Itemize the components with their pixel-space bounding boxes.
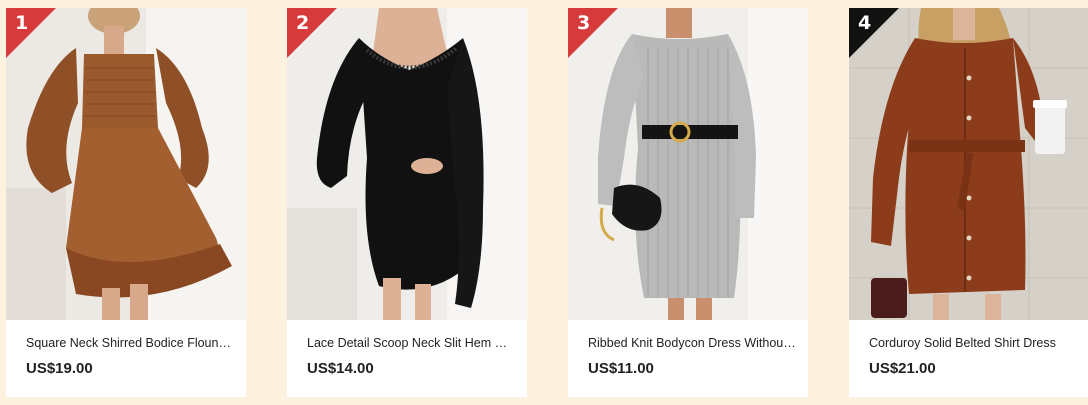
product-title[interactable]: Ribbed Knit Bodycon Dress Without Belt (588, 335, 796, 351)
product-card[interactable]: 3 Ribbed Knit Bodycon Dress Without Belt… (568, 8, 808, 397)
product-price: US$14.00 (307, 360, 374, 377)
product-price: US$21.00 (869, 360, 936, 377)
product-title[interactable]: Corduroy Solid Belted Shirt Dress (869, 335, 1077, 351)
product-card[interactable]: 1 Square Neck Shirred Bodice Flounce Sle… (6, 8, 246, 397)
product-title[interactable]: Square Neck Shirred Bodice Flounce Sleev… (26, 335, 234, 351)
product-title[interactable]: Lace Detail Scoop Neck Slit Hem Bodycon … (307, 335, 515, 351)
product-price: US$19.00 (26, 360, 93, 377)
product-price: US$11.00 (588, 360, 654, 377)
product-carousel: 1 Square Neck Shirred Bodice Flounce Sle… (0, 0, 1088, 405)
product-image[interactable]: 3 (568, 8, 808, 320)
rank-number: 4 (858, 12, 872, 34)
product-image[interactable]: 4 (849, 8, 1088, 320)
product-image[interactable]: 2 (287, 8, 527, 320)
product-card[interactable]: 4 Corduroy Solid Belted Shirt Dress US$2… (849, 8, 1088, 397)
rank-number: 2 (296, 12, 310, 34)
rank-badge (568, 8, 618, 58)
product-image[interactable]: 1 (6, 8, 246, 320)
rank-badge (849, 8, 899, 58)
product-card[interactable]: 2 Lace Detail Scoop Neck Slit Hem Bodyco… (287, 8, 527, 397)
rank-number: 3 (577, 12, 591, 34)
rank-number: 1 (15, 12, 29, 34)
rank-badge (6, 8, 56, 58)
rank-badge (287, 8, 337, 58)
